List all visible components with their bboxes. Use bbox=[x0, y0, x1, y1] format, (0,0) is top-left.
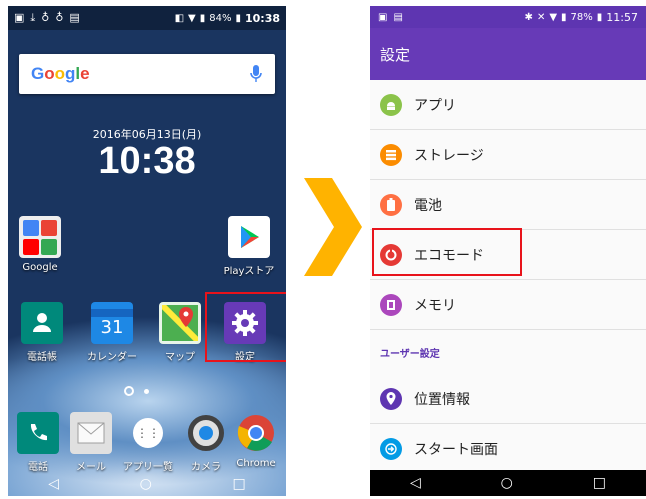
settings-item-label: 電池 bbox=[414, 197, 442, 214]
navigation-bar: ◁ ○ □ bbox=[8, 472, 286, 496]
location-icon bbox=[380, 387, 402, 410]
start-screen-icon bbox=[380, 437, 402, 460]
app-drawer[interactable]: ⋮⋮ アプリ一覧 bbox=[115, 412, 181, 473]
battery-icon: ▮ bbox=[596, 11, 603, 23]
battery-percent: 84% bbox=[209, 12, 232, 24]
vibrate-icon: ◧ bbox=[174, 12, 185, 24]
battery-percent: 78% bbox=[570, 11, 593, 23]
calendar-icon: 31 bbox=[91, 302, 133, 344]
mic-icon[interactable] bbox=[249, 64, 263, 84]
photo-icon: ▤ bbox=[69, 11, 80, 24]
page-dot-active bbox=[124, 386, 134, 396]
play-store-icon bbox=[228, 216, 270, 258]
user-icon: ♁ bbox=[41, 11, 50, 24]
home-screen: ▣ ⤓ ♁ ♁ ▤ ◧ ▼ ▮ 84% ▮ 10:38 Google 2016年… bbox=[8, 6, 286, 496]
notification-icon: ▣ bbox=[378, 11, 388, 23]
section-header-user-settings: ユーザー設定 bbox=[380, 348, 440, 360]
app-bar: 設定 bbox=[370, 28, 646, 80]
app-drawer-icon: ⋮⋮ bbox=[127, 412, 169, 454]
transition-arrow bbox=[304, 178, 362, 276]
maps-icon bbox=[159, 302, 201, 344]
app-calendar[interactable]: 31 カレンダー bbox=[82, 302, 142, 363]
settings-item-label: スタート画面 bbox=[414, 441, 498, 458]
camera-icon bbox=[185, 412, 227, 454]
app-mail[interactable]: メール bbox=[61, 412, 121, 473]
google-folder-icon bbox=[19, 216, 61, 258]
app-google[interactable]: Google bbox=[10, 216, 70, 273]
settings-item-label: メモリ bbox=[414, 297, 456, 314]
contacts-icon bbox=[21, 302, 63, 344]
settings-screen: ▣ ▤ ✱ ✕ ▼ ▮ 78% ▮ 11:57 設定 アプリ ストレージ 電池 … bbox=[370, 6, 646, 496]
app-label: マップ bbox=[165, 352, 195, 363]
calendar-day: 31 bbox=[100, 316, 124, 338]
bluetooth-icon: ✱ bbox=[524, 11, 533, 23]
settings-item-start-screen[interactable]: スタート画面 bbox=[370, 424, 646, 474]
battery-icon: ▮ bbox=[235, 12, 241, 24]
navigation-bar: ◁ ○ □ bbox=[370, 470, 646, 496]
app-play-store[interactable]: Playストア bbox=[216, 216, 282, 277]
wifi-icon: ▼ bbox=[549, 11, 558, 23]
app-label: Google bbox=[22, 262, 58, 273]
google-logo: Google bbox=[31, 64, 90, 83]
clock-widget[interactable]: 10:38 bbox=[8, 140, 286, 183]
app-maps[interactable]: マップ bbox=[150, 302, 210, 363]
app-label: カレンダー bbox=[87, 352, 137, 363]
android-icon bbox=[380, 93, 402, 116]
settings-list: アプリ ストレージ 電池 エコモード メモリ ユーザー設定 位置情報 スタート画… bbox=[370, 80, 646, 474]
battery-icon bbox=[380, 193, 402, 216]
app-label: アプリ一覧 bbox=[123, 462, 173, 473]
mail-icon bbox=[70, 412, 112, 454]
status-time: 11:57 bbox=[606, 10, 638, 24]
app-contacts[interactable]: 電話帳 bbox=[12, 302, 72, 363]
settings-item-label: 位置情報 bbox=[414, 391, 470, 408]
memory-icon bbox=[380, 293, 402, 316]
chrome-icon bbox=[235, 412, 277, 454]
status-bar: ▣ ⤓ ♁ ♁ ▤ ◧ ▼ ▮ 84% ▮ 10:38 bbox=[8, 6, 286, 30]
app-label: メール bbox=[76, 462, 106, 473]
photo-icon: ▤ bbox=[393, 11, 403, 23]
recent-apps-button[interactable]: □ bbox=[593, 475, 606, 491]
download-icon: ⤓ bbox=[30, 11, 36, 24]
app-label: 電話帳 bbox=[27, 352, 57, 363]
signal-icon: ▮ bbox=[561, 11, 567, 23]
app-chrome[interactable]: Chrome bbox=[226, 412, 286, 469]
settings-item-location[interactable]: 位置情報 bbox=[370, 374, 646, 424]
page-title: 設定 bbox=[380, 45, 411, 64]
settings-item-apps[interactable]: アプリ bbox=[370, 80, 646, 130]
storage-icon bbox=[380, 143, 402, 166]
app-phone[interactable]: 電話 bbox=[8, 412, 68, 473]
eco-mode-highlight-box bbox=[372, 228, 522, 276]
settings-item-battery[interactable]: 電池 bbox=[370, 180, 646, 230]
page-indicator bbox=[124, 386, 149, 396]
app-label: Playストア bbox=[223, 266, 275, 277]
google-search-bar[interactable]: Google bbox=[19, 54, 275, 94]
app-label: Chrome bbox=[236, 458, 276, 469]
settings-item-label: アプリ bbox=[414, 97, 456, 114]
settings-item-label: ストレージ bbox=[414, 147, 484, 164]
status-time: 10:38 bbox=[244, 11, 280, 25]
back-button[interactable]: ◁ bbox=[48, 476, 59, 492]
home-button[interactable]: ○ bbox=[140, 476, 152, 492]
phone-icon bbox=[17, 412, 59, 454]
mute-icon: ✕ bbox=[536, 11, 546, 23]
status-bar: ▣ ▤ ✱ ✕ ▼ ▮ 78% ▮ 11:57 bbox=[370, 6, 646, 28]
user-icon: ♁ bbox=[55, 11, 64, 24]
settings-item-memory[interactable]: メモリ bbox=[370, 280, 646, 330]
recent-apps-button[interactable]: □ bbox=[232, 476, 245, 492]
page-dot bbox=[144, 388, 149, 394]
settings-highlight-box bbox=[205, 292, 286, 362]
signal-icon: ▮ bbox=[199, 12, 206, 24]
notification-icon: ▣ bbox=[14, 11, 25, 24]
home-button[interactable]: ○ bbox=[501, 475, 513, 491]
settings-item-storage[interactable]: ストレージ bbox=[370, 130, 646, 180]
back-button[interactable]: ◁ bbox=[410, 475, 421, 491]
wifi-icon: ▼ bbox=[188, 12, 196, 24]
app-label: 電話 bbox=[28, 462, 48, 473]
